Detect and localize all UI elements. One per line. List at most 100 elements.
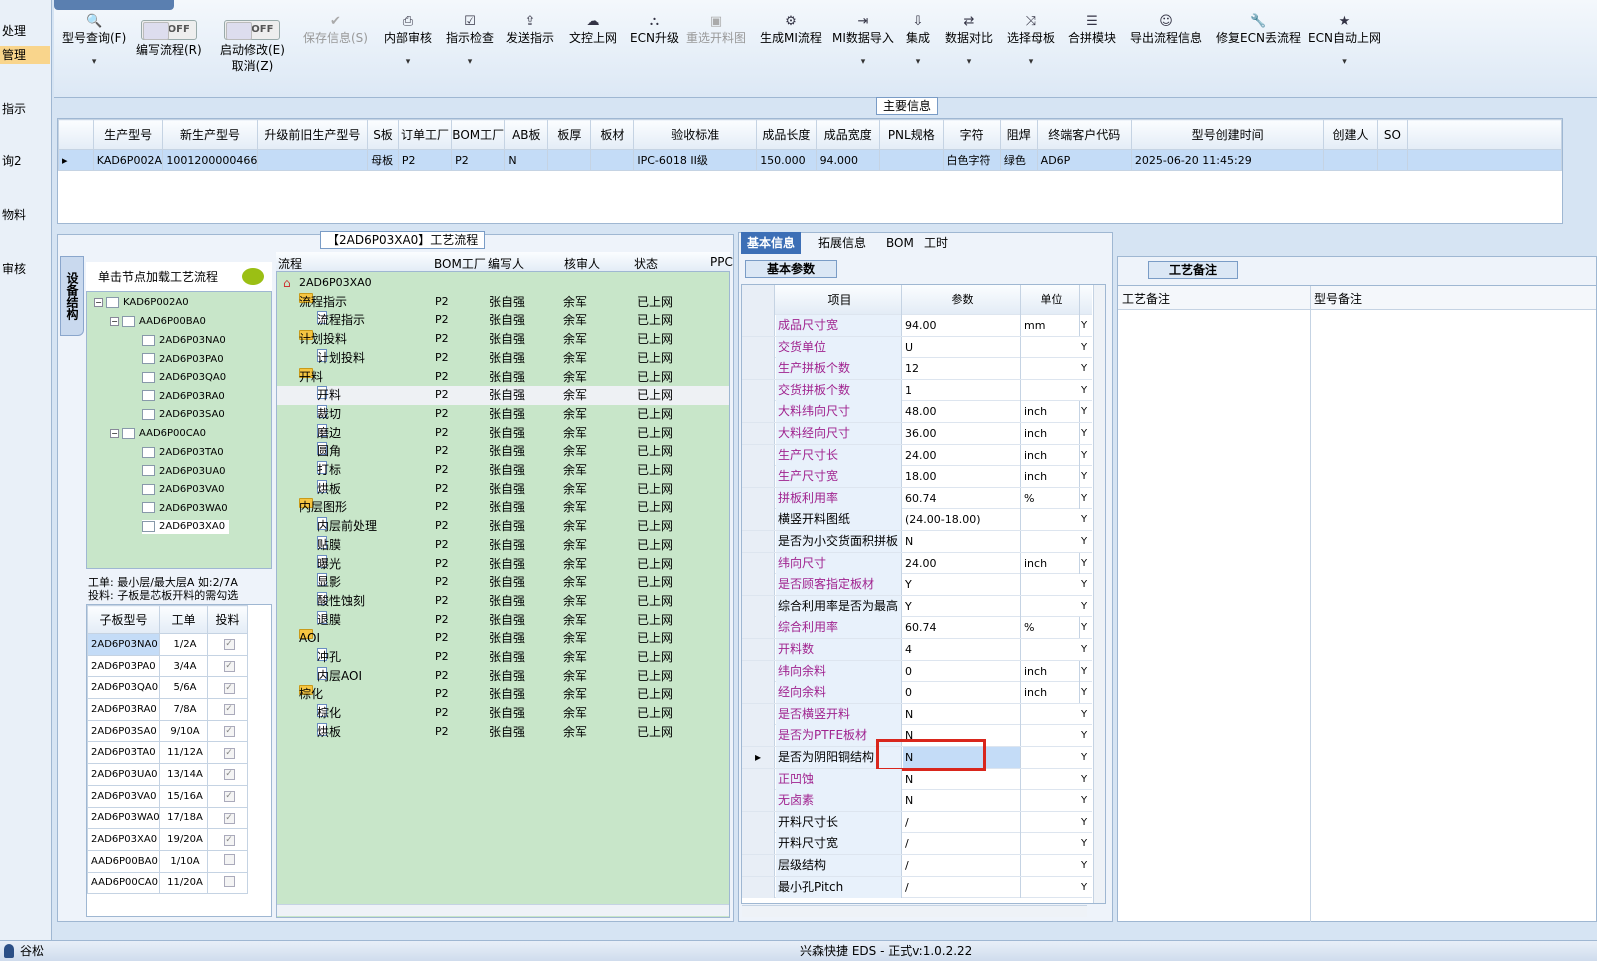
table-row[interactable]: 冲孔 P2 张自强 余军 已上网 bbox=[277, 648, 729, 667]
child-workorder-cell[interactable]: 7/8A bbox=[159, 698, 208, 721]
node-checkbox[interactable] bbox=[142, 465, 155, 477]
tree-node[interactable]: − KAD6P002A0 bbox=[94, 296, 189, 310]
child-workorder-cell[interactable]: 1/10A bbox=[159, 849, 208, 873]
feed-checkbox[interactable]: ✓ bbox=[223, 769, 235, 781]
main-col-header[interactable]: 终端客户代码 bbox=[1036, 119, 1132, 150]
basic-params-tab[interactable]: 基本参数 bbox=[745, 260, 837, 278]
tree-node[interactable]: 2AD6P03RA0 bbox=[142, 390, 225, 404]
table-row[interactable]: 磨边 P2 张自强 余军 已上网 bbox=[277, 423, 729, 443]
child-model-cell[interactable]: 2AD6P03VA0 bbox=[87, 784, 160, 808]
main-cell[interactable] bbox=[547, 149, 592, 171]
row-selector[interactable] bbox=[742, 660, 775, 682]
main-cell[interactable]: N bbox=[504, 149, 549, 171]
toolbar-button-12[interactable]: ⤨ 选择母板 ▾ bbox=[1007, 14, 1055, 70]
main-cell[interactable]: IPC-6018 II级 bbox=[633, 149, 758, 171]
param-value[interactable]: 36.00 bbox=[903, 423, 1021, 444]
child-feed-cell[interactable]: ✓ bbox=[207, 828, 248, 851]
toolbar-button-4[interactable]: ⇪ 发送指示 bbox=[506, 14, 554, 46]
child-feed-cell[interactable] bbox=[207, 849, 248, 873]
main-col-header[interactable]: 字符 bbox=[942, 119, 1001, 150]
child-workorder-cell[interactable]: 3/4A bbox=[159, 654, 208, 678]
table-row[interactable]: 生产拼板个数 12 Y bbox=[742, 358, 1092, 380]
node-checkbox[interactable] bbox=[122, 315, 135, 327]
main-col-header[interactable]: 成品长度 bbox=[756, 119, 817, 150]
row-selector[interactable] bbox=[742, 487, 775, 509]
row-selector[interactable] bbox=[742, 401, 775, 423]
param-value[interactable]: N bbox=[903, 790, 1021, 812]
child-model-cell[interactable]: 2AD6P03TA0 bbox=[87, 741, 160, 765]
tree-node[interactable]: 2AD6P03XA0 bbox=[142, 520, 230, 535]
info-tab-0[interactable]: 基本信息 bbox=[741, 232, 802, 254]
row-selector[interactable] bbox=[742, 768, 775, 790]
param-value[interactable]: / bbox=[903, 855, 1021, 876]
dropdown-arrow-icon[interactable]: ▾ bbox=[832, 54, 894, 70]
tree-node[interactable]: − AAD6P00BA0 bbox=[110, 315, 206, 329]
table-row[interactable]: 无卤素 N Y bbox=[742, 790, 1092, 812]
table-row[interactable]: 横竖开料图纸 (24.00-18.00) Y bbox=[742, 509, 1092, 531]
table-row[interactable]: 2AD6P03WA0 17/18A ✓ bbox=[87, 806, 248, 830]
table-row[interactable]: ▸ KAD6P002A0 10012000004664 母板 P2 P2 N IPC-6018… bbox=[58, 149, 1562, 171]
main-col-header[interactable]: 成品宽度 bbox=[815, 119, 881, 150]
tree-node[interactable]: 2AD6P03QA0 bbox=[142, 371, 226, 385]
node-checkbox[interactable] bbox=[142, 408, 155, 420]
node-checkbox[interactable] bbox=[106, 296, 119, 308]
child-workorder-cell[interactable]: 19/20A bbox=[159, 828, 208, 851]
child-model-cell[interactable]: AAD6P00CA0 bbox=[87, 871, 160, 895]
process-remark-input[interactable] bbox=[1120, 312, 1296, 918]
table-row[interactable]: 交货单位 U Y bbox=[742, 336, 1092, 359]
feed-checkbox[interactable]: ✓ bbox=[223, 726, 235, 738]
node-checkbox[interactable] bbox=[142, 502, 155, 514]
table-row[interactable]: 圆角 P2 张自强 余军 已上网 bbox=[277, 442, 729, 461]
main-cell[interactable]: P2 bbox=[451, 149, 506, 171]
main-col-header[interactable]: AB板 bbox=[504, 119, 549, 150]
child-workorder-cell[interactable]: 17/18A bbox=[159, 806, 208, 830]
param-value[interactable]: / bbox=[903, 876, 1021, 898]
collapse-icon[interactable]: − bbox=[110, 428, 119, 438]
table-row[interactable]: 纬向尺寸 24.00 inch Y bbox=[742, 552, 1092, 575]
table-row[interactable]: 是否横竖开料 N Y bbox=[742, 703, 1092, 726]
main-cell[interactable]: P2 bbox=[397, 149, 453, 171]
main-cell[interactable] bbox=[1323, 149, 1378, 171]
toolbar-button-16[interactable]: ★ ECN自动上网 ▾ bbox=[1308, 14, 1381, 70]
row-selector[interactable] bbox=[742, 811, 775, 833]
toolbar-button-13[interactable]: ☰ 合拼模块 bbox=[1068, 14, 1116, 46]
tree-node[interactable]: 2AD6P03UA0 bbox=[142, 465, 226, 479]
main-cell[interactable]: 10012000004664 bbox=[162, 149, 258, 171]
feed-checkbox[interactable]: ✓ bbox=[223, 791, 235, 803]
node-checkbox[interactable] bbox=[142, 446, 155, 458]
param-value[interactable]: Y bbox=[903, 595, 1021, 617]
toolbar-button-7[interactable]: ▣ 重选开料图 bbox=[686, 14, 746, 46]
table-row[interactable]: AOI P2 张自强 余军 已上网 bbox=[277, 629, 729, 648]
param-value[interactable]: N bbox=[903, 531, 1021, 552]
table-row[interactable]: 退膜 P2 张自强 余军 已上网 bbox=[277, 610, 729, 630]
param-value[interactable]: 60.74 bbox=[903, 487, 1021, 509]
table-row[interactable]: 拼板利用率 60.74% Y bbox=[742, 487, 1092, 510]
param-value[interactable]: 60.74 bbox=[903, 617, 1021, 639]
child-workorder-cell[interactable]: 15/16A bbox=[159, 784, 208, 808]
table-row[interactable]: 综合利用率 60.74% Y bbox=[742, 617, 1092, 639]
param-value[interactable]: 24.00 bbox=[903, 552, 1021, 574]
nav-item-4[interactable]: 物料 bbox=[0, 206, 50, 224]
main-col-header[interactable]: 板材 bbox=[590, 119, 635, 150]
child-workorder-cell[interactable]: 9/10A bbox=[159, 719, 208, 743]
table-row[interactable]: 烘板 P2 张自强 余军 已上网 bbox=[277, 722, 729, 742]
table-row[interactable]: 2AD6P03NA0 1/2A ✓ bbox=[87, 633, 248, 656]
child-col-header[interactable]: 子板型号 bbox=[87, 605, 160, 634]
table-row[interactable]: 棕化 P2 张自强 余军 已上网 bbox=[277, 685, 729, 704]
table-row[interactable]: 计划投料 P2 张自强 余军 已上网 bbox=[277, 348, 729, 368]
feed-checkbox[interactable]: ✓ bbox=[223, 834, 235, 846]
row-selector[interactable] bbox=[742, 725, 775, 747]
child-model-cell[interactable]: 2AD6P03SA0 bbox=[87, 719, 160, 743]
dropdown-arrow-icon[interactable]: ▾ bbox=[446, 54, 494, 70]
child-model-cell[interactable]: 2AD6P03UA0 bbox=[87, 763, 160, 786]
child-workorder-cell[interactable]: 5/6A bbox=[159, 676, 208, 700]
main-col-header[interactable]: 板厚 bbox=[547, 119, 592, 150]
table-row[interactable]: 经向余料 0 inch Y bbox=[742, 682, 1092, 704]
process-col-header[interactable]: 流程 bbox=[278, 255, 302, 272]
row-selector[interactable] bbox=[742, 509, 775, 531]
param-value[interactable]: 94.00 bbox=[903, 315, 1021, 336]
table-row[interactable]: 曝光 P2 张自强 余军 已上网 bbox=[277, 554, 729, 574]
tree-node[interactable]: 2AD6P03SA0 bbox=[142, 408, 225, 422]
child-workorder-cell[interactable]: 1/2A bbox=[159, 633, 208, 656]
child-model-cell[interactable]: 2AD6P03RA0 bbox=[87, 698, 160, 721]
